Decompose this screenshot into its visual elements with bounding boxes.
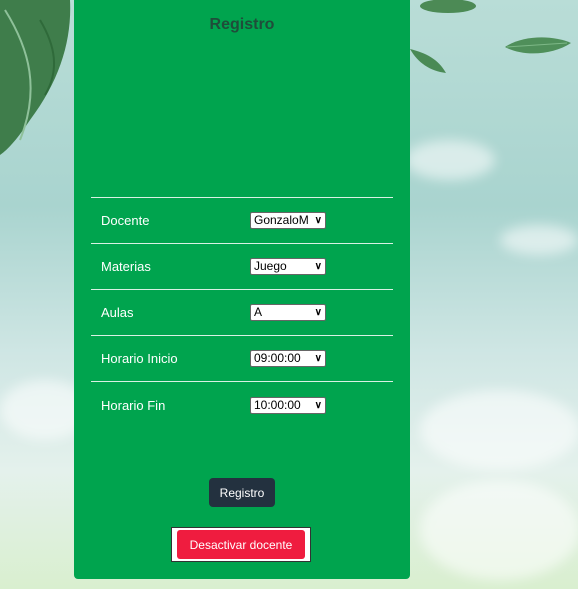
chevron-down-icon: ∨ [314,307,322,318]
deactivate-button-frame: Desactivar docente [171,527,311,562]
background-cloud [405,140,495,180]
background-cloud [420,480,578,580]
chevron-down-icon: ∨ [314,261,322,272]
aulas-select-value: A [254,305,263,319]
materias-select-value: Juego [254,259,287,273]
aulas-select[interactable]: A ∨ [250,304,326,321]
background-cloud [420,390,578,470]
horario-fin-select[interactable]: 10:00:00 ∨ [250,396,326,414]
horario-inicio-select-value: 09:00:00 [254,351,301,365]
form-row-aulas: Aulas A ∨ [91,289,393,335]
leaf-decoration [0,0,71,155]
horario-fin-label: Horario Fin [101,397,166,413]
registro-button[interactable]: Registro [209,478,275,507]
form-row-materias: Materias Juego ∨ [91,243,393,289]
docente-select-value: GonzaloM [254,213,309,227]
desactivar-docente-button[interactable]: Desactivar docente [177,530,305,559]
page-title: Registro [209,16,275,33]
horario-fin-select-value: 10:00:00 [254,397,301,412]
horario-inicio-label: Horario Inicio [101,351,178,366]
registration-form: Docente GonzaloM ∨ Materias Juego ∨ Aula… [91,197,393,428]
form-row-horario-inicio: Horario Inicio 09:00:00 ∨ [91,335,393,381]
aulas-label: Aulas [101,305,134,320]
background-cloud [500,225,578,255]
docente-label: Docente [101,213,150,228]
leaf-decoration [505,37,571,54]
chevron-down-icon: ∨ [314,353,322,364]
leaf-decoration [420,0,476,13]
chevron-down-icon: ∨ [314,399,322,411]
form-row-horario-fin: Horario Fin 10:00:00 ∨ [91,381,393,428]
materias-select[interactable]: Juego ∨ [250,258,326,275]
registration-card: Registro Docente GonzaloM ∨ Materias Jue… [74,0,410,579]
docente-select[interactable]: GonzaloM ∨ [250,212,326,229]
materias-label: Materias [101,259,151,274]
horario-inicio-select[interactable]: 09:00:00 ∨ [250,350,326,367]
chevron-down-icon: ∨ [314,215,322,226]
form-row-docente: Docente GonzaloM ∨ [91,197,393,243]
leaf-decoration [410,49,446,73]
